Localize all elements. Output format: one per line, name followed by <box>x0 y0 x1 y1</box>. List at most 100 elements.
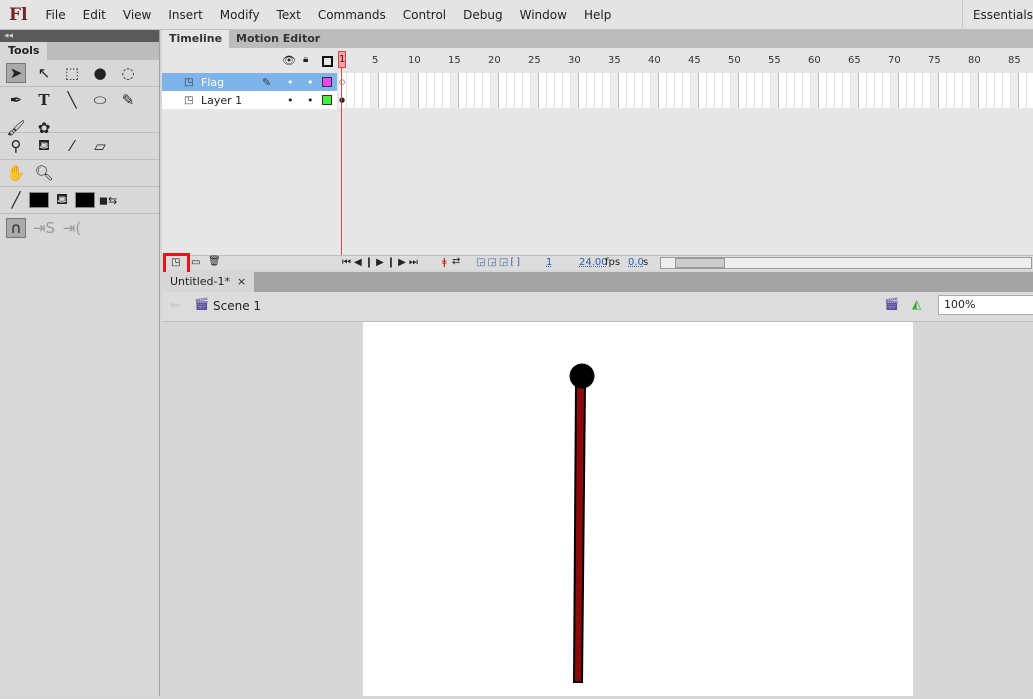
straighten-icon[interactable]: ⇥( <box>62 218 82 238</box>
visibility-dot[interactable]: • <box>287 94 294 107</box>
menu-text[interactable]: Text <box>277 8 301 22</box>
menu-help[interactable]: Help <box>584 8 611 22</box>
frame-cell[interactable] <box>387 73 395 108</box>
hand-tool-icon[interactable]: ✋ <box>6 163 26 183</box>
frame-cell[interactable] <box>435 73 443 108</box>
frame-cell[interactable] <box>851 73 859 108</box>
frame-cell[interactable] <box>907 73 915 108</box>
bone-tool-icon[interactable]: ⚲ <box>6 136 26 156</box>
pencil-tool-icon[interactable]: ✎ <box>118 90 138 110</box>
frame-cell[interactable] <box>923 73 931 108</box>
frame-cell[interactable] <box>363 73 371 108</box>
frame-cell[interactable] <box>1027 73 1033 108</box>
brush-tool-icon[interactable]: 🖌 <box>6 118 26 138</box>
layer-name[interactable]: Flag <box>201 76 224 89</box>
document-tab[interactable]: Untitled-1* × <box>162 272 255 292</box>
menu-control[interactable]: Control <box>403 8 446 22</box>
scene-name[interactable]: Scene 1 <box>213 299 261 313</box>
frame-cell[interactable] <box>467 73 475 108</box>
stage[interactable] <box>363 322 913 696</box>
frame-cell[interactable] <box>499 73 507 108</box>
stroke-color-swatch[interactable] <box>29 192 49 208</box>
eyedropper-tool-icon[interactable]: ⁄ <box>62 136 82 156</box>
smooth-icon[interactable]: ⇥S <box>33 218 55 238</box>
frame-cell[interactable] <box>755 73 763 108</box>
3d-rotation-tool-icon[interactable]: ● <box>90 63 110 83</box>
tab-motion-editor[interactable]: Motion Editor <box>229 30 327 48</box>
frame-cell[interactable] <box>371 73 379 108</box>
frame-cell[interactable] <box>667 73 675 108</box>
oval-tool-icon[interactable]: ⬭ <box>90 90 110 110</box>
frame-cell[interactable] <box>683 73 691 108</box>
edit-symbols-icon[interactable]: ◭ <box>912 297 921 311</box>
frame-cell[interactable] <box>619 73 627 108</box>
frame-cell[interactable] <box>419 73 427 108</box>
frame-cell[interactable] <box>979 73 987 108</box>
frame-cell[interactable] <box>827 73 835 108</box>
frame-cell[interactable] <box>515 73 523 108</box>
paint-bucket-tool-icon[interactable]: ⛾ <box>34 136 54 156</box>
lock-dot[interactable]: • <box>307 94 314 107</box>
frame-cell[interactable] <box>587 73 595 108</box>
free-transform-tool-icon[interactable]: ⬚ <box>62 63 82 83</box>
frame-cell[interactable] <box>883 73 891 108</box>
frame-cell[interactable] <box>347 73 355 108</box>
frame-cell[interactable] <box>1003 73 1011 108</box>
frame-cell[interactable] <box>931 73 939 108</box>
menu-view[interactable]: View <box>123 8 151 22</box>
frame-cell[interactable] <box>403 73 411 108</box>
menu-commands[interactable]: Commands <box>318 8 386 22</box>
frame-cell[interactable] <box>891 73 899 108</box>
onion-skin-icons[interactable]: ◲◲◲⁅⁆ <box>476 257 522 268</box>
edit-scene-icon[interactable]: 🎬︎ <box>884 297 899 311</box>
frame-cell[interactable] <box>507 73 515 108</box>
frame-cell[interactable] <box>747 73 755 108</box>
default-colors-icon[interactable]: ◼⇆ <box>98 190 118 210</box>
layer-row-layer-1[interactable]: ◳ Layer 1 • • <box>162 91 337 109</box>
elapsed-time[interactable]: 0.0 <box>628 257 644 268</box>
menu-window[interactable]: Window <box>520 8 567 22</box>
zoom-tool-icon[interactable]: 🔍︎ <box>34 163 54 183</box>
tab-timeline[interactable]: Timeline <box>162 30 230 48</box>
frame-cell[interactable] <box>779 73 787 108</box>
pen-tool-icon[interactable]: ✒ <box>6 90 26 110</box>
frame-cell[interactable] <box>531 73 539 108</box>
horizontal-scrollbar[interactable] <box>660 257 1032 269</box>
frame-cell[interactable] <box>843 73 851 108</box>
frame-cell[interactable] <box>715 73 723 108</box>
scroll-thumb[interactable] <box>675 258 725 268</box>
frame-cell[interactable] <box>451 73 459 108</box>
frame-cell[interactable] <box>859 73 867 108</box>
frame-cell[interactable] <box>443 73 451 108</box>
frame-cell[interactable] <box>475 73 483 108</box>
frame-cell[interactable] <box>795 73 803 108</box>
frame-cell[interactable] <box>395 73 403 108</box>
menu-file[interactable]: File <box>46 8 66 22</box>
frame-cell[interactable] <box>771 73 779 108</box>
new-layer-icon[interactable]: ◳ <box>171 257 180 268</box>
frame-cell[interactable] <box>787 73 795 108</box>
frame-cell[interactable] <box>995 73 1003 108</box>
text-tool-icon[interactable]: T <box>34 90 54 110</box>
frame-cell[interactable] <box>355 73 363 108</box>
frame-cell[interactable] <box>379 73 387 108</box>
frame-cell[interactable] <box>539 73 547 108</box>
frame-cell[interactable] <box>963 73 971 108</box>
frame-cell[interactable] <box>627 73 635 108</box>
keyframe[interactable]: ○ <box>339 78 345 86</box>
frame-cell[interactable] <box>595 73 603 108</box>
lasso-tool-icon[interactable]: ◌ <box>118 63 138 83</box>
visibility-dot[interactable]: • <box>287 76 294 89</box>
workspace-switcher[interactable]: Essentials <box>961 0 1033 30</box>
frame-grid[interactable]: 1510152025303540455055606570758085○● <box>339 50 1033 108</box>
new-folder-icon[interactable]: ▭ <box>191 257 200 268</box>
frame-cell[interactable] <box>1011 73 1019 108</box>
frame-cell[interactable] <box>955 73 963 108</box>
frame-cell[interactable] <box>411 73 419 108</box>
frame-cell[interactable] <box>707 73 715 108</box>
frame-cell[interactable] <box>643 73 651 108</box>
frame-cell[interactable] <box>811 73 819 108</box>
frame-cell[interactable] <box>731 73 739 108</box>
menu-insert[interactable]: Insert <box>168 8 202 22</box>
layer-color-swatch[interactable] <box>322 95 332 105</box>
